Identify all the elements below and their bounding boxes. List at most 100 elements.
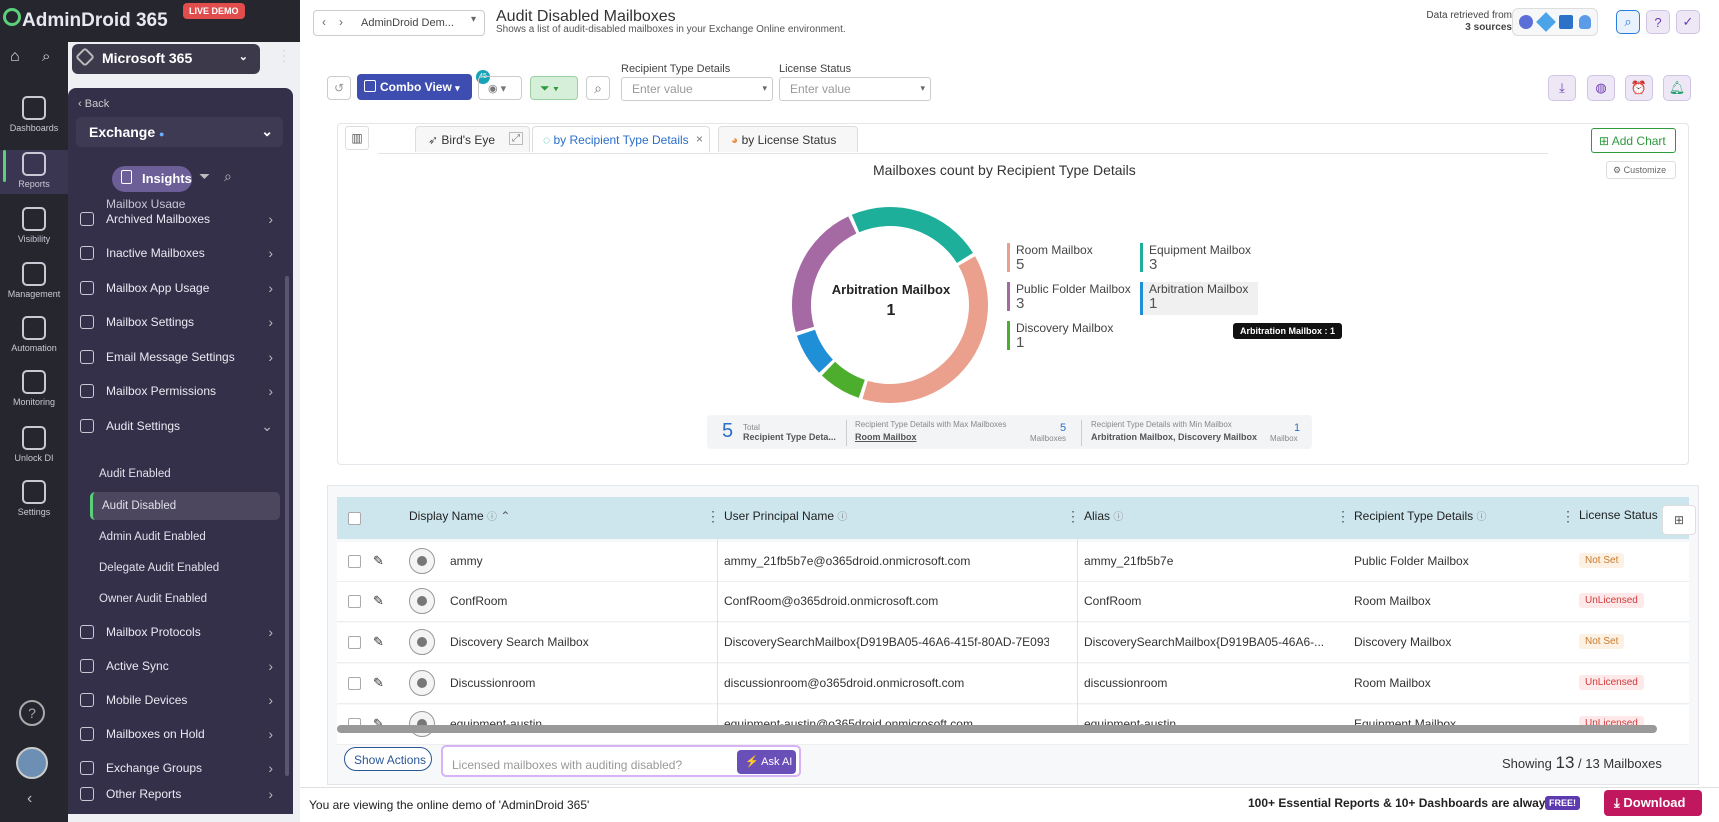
filter-button[interactable]: ⏷ ▾ (530, 76, 578, 100)
data-sources-count[interactable]: 3 sources (1380, 22, 1512, 33)
next-icon[interactable]: › (339, 15, 343, 29)
tab-license-status[interactable]: ◕ by License Status (718, 126, 858, 152)
nav-item[interactable]: Audit Settings ⌄ (76, 409, 281, 443)
legend-item[interactable]: Arbitration Mailbox 1 (1140, 282, 1258, 315)
recipient-type-input[interactable]: Enter value ▾ (621, 77, 773, 101)
legend-item[interactable]: Equipment Mailbox 3 (1140, 243, 1251, 272)
rail-item[interactable]: Monitoring (0, 370, 68, 407)
section-selector[interactable]: Exchange ● ⌄ (76, 117, 283, 147)
nav-subitem[interactable]: Owner Audit Enabled (90, 585, 280, 613)
info-icon[interactable]: ⓘ (1477, 512, 1487, 523)
nav-subitem[interactable]: Admin Audit Enabled (90, 523, 280, 551)
nav-item[interactable]: Email Message Settings › (76, 340, 281, 374)
nav-item[interactable]: Other Reports › (76, 784, 281, 804)
help-button-icon[interactable]: ? (1646, 10, 1670, 34)
rail-item[interactable]: Management (0, 262, 68, 299)
funnel-icon[interactable]: ⏷ (199, 168, 210, 185)
info-icon[interactable]: ⓘ (487, 512, 497, 523)
cell-display-name[interactable]: Discussionroom (450, 676, 535, 690)
avatar[interactable] (16, 747, 48, 779)
legend-item[interactable]: Room Mailbox 5 (1007, 243, 1093, 272)
chat-icon[interactable]: ◍ (1587, 75, 1615, 101)
brand-name[interactable]: AdminDroid 365 (22, 10, 168, 32)
home-icon[interactable]: ⌂ (10, 48, 20, 66)
rail-item[interactable]: Automation (0, 316, 68, 353)
download-button[interactable]: ⤓ Download (1604, 790, 1702, 816)
rail-item[interactable]: Settings (0, 480, 68, 517)
row-checkbox[interactable] (348, 595, 361, 608)
info-icon[interactable]: ⓘ (837, 512, 847, 523)
legend-item[interactable]: Discovery Mailbox 1 (1007, 321, 1113, 350)
sources-icons[interactable] (1512, 8, 1598, 36)
nav-subitem[interactable]: Audit Enabled (90, 460, 280, 488)
nav-item[interactable]: Active Sync › (76, 649, 281, 683)
reset-icon[interactable]: ↺ (327, 76, 351, 100)
nav-subitem[interactable]: Audit Disabled (90, 492, 280, 520)
column-header[interactable]: Alias ⓘ (1084, 508, 1123, 523)
nav-search-icon[interactable]: ⌕ (224, 168, 232, 185)
export-icon[interactable]: ⤓ (1548, 75, 1576, 101)
edit-icon[interactable]: ✎ (373, 553, 384, 569)
rail-item[interactable]: Unlock DI (0, 426, 68, 463)
back-link[interactable]: ‹ Back (78, 98, 109, 110)
column-header[interactable]: Display Name ⓘ ⌃ (409, 508, 510, 523)
row-checkbox[interactable] (348, 555, 361, 568)
horizontal-scrollbar[interactable] (337, 725, 1657, 733)
table-search-icon[interactable]: ⌕ (586, 76, 610, 100)
tasks-icon[interactable]: ✓ (1676, 10, 1700, 34)
table-row[interactable]: ✎ ammy ammy_21fb5b7e@o365droid.onmicrosoft… (337, 542, 1689, 582)
license-status-input[interactable]: Enter value ▾ (779, 77, 931, 101)
nav-scrollbar[interactable] (285, 276, 289, 776)
row-checkbox[interactable] (348, 677, 361, 690)
add-chart-button[interactable]: ⊞ Add Chart (1591, 128, 1676, 153)
sort-asc-icon[interactable]: ⌃ (500, 509, 510, 523)
nav-item[interactable]: Archived Mailboxes › (76, 202, 281, 236)
customize-button[interactable]: ⚙ Customize (1606, 161, 1676, 179)
nav-item[interactable]: Mailboxes on Hold › (76, 717, 281, 751)
edit-icon[interactable]: ✎ (373, 593, 384, 609)
collapse-icon[interactable]: ‹ (27, 790, 32, 808)
ask-ai-button[interactable]: ⚡ Ask AI (737, 750, 796, 774)
expand-icon[interactable]: ⤢ (509, 132, 523, 145)
alert-bell-icon[interactable]: 🔔︎ (1663, 75, 1691, 101)
donut-slice-arbitration-mailbox[interactable] (796, 329, 833, 373)
table-row[interactable]: ✎ Discussionroom discussionroom@o365droid.… (337, 664, 1689, 704)
column-header[interactable]: Recipient Type Details ⓘ (1354, 508, 1487, 523)
summary-max-value[interactable]: Room Mailbox (855, 432, 917, 442)
donut-slice-discovery-mailbox[interactable] (821, 361, 865, 398)
visibility-toggle[interactable]: ◉ ▾ (478, 76, 522, 100)
tab-birds-eye[interactable]: ➶ Bird's Eye ⤢ (415, 126, 530, 152)
breadcrumb[interactable]: ‹ › AdminDroid Dem... ▾ (313, 10, 485, 36)
nav-item[interactable]: Mailbox Settings › (76, 305, 281, 339)
nav-item[interactable]: Exchange Groups › (76, 751, 281, 785)
cell-display-name[interactable]: ammy (450, 554, 483, 568)
tenant-selector[interactable]: Microsoft 365 ⌄ (72, 44, 260, 74)
nav-item[interactable]: Mailbox Protocols › (76, 615, 281, 649)
legend-item[interactable]: Public Folder Mailbox 3 (1007, 282, 1131, 311)
column-menu-icon[interactable]: ⋮ (1336, 508, 1350, 525)
cell-display-name[interactable]: Discovery Search Mailbox (450, 635, 589, 649)
rail-item[interactable]: Dashboards (0, 96, 68, 133)
global-search-icon[interactable]: ⌕ (1616, 10, 1640, 34)
table-row[interactable]: ✎ Discovery Search Mailbox DiscoverySearch… (337, 623, 1689, 663)
table-row[interactable]: ✎ ConfRoom ConfRoom@o365droid.onmicrosoft.… (337, 582, 1689, 622)
chart-type-icon[interactable]: ▥ (345, 126, 369, 150)
donut-slice-equipment-mailbox[interactable] (851, 207, 973, 263)
edit-icon[interactable]: ✎ (373, 675, 384, 691)
help-icon[interactable]: ? (19, 700, 45, 726)
nav-subitem[interactable]: Delegate Audit Enabled (90, 554, 280, 582)
edit-icon[interactable]: ✎ (373, 634, 384, 650)
column-settings-icon[interactable]: ⊞ (1662, 505, 1696, 535)
column-header[interactable]: User Principal Name ⓘ (724, 508, 847, 523)
nav-item[interactable]: Mailbox Permissions › (76, 374, 281, 408)
nav-item[interactable]: Inactive Mailboxes › (76, 236, 281, 270)
tab-recipient-type[interactable]: ◌ by Recipient Type Details × (532, 126, 710, 153)
row-checkbox[interactable] (348, 636, 361, 649)
more-menu-icon[interactable]: ⋮ (276, 46, 292, 66)
nav-item[interactable]: Mailbox App Usage › (76, 271, 281, 305)
search-icon[interactable]: ⌕ (42, 48, 50, 65)
info-icon[interactable]: ⓘ (1113, 512, 1123, 523)
rail-item[interactable]: Visibility (0, 207, 68, 244)
prev-icon[interactable]: ‹ (322, 15, 326, 29)
select-all-checkbox[interactable] (348, 512, 361, 525)
